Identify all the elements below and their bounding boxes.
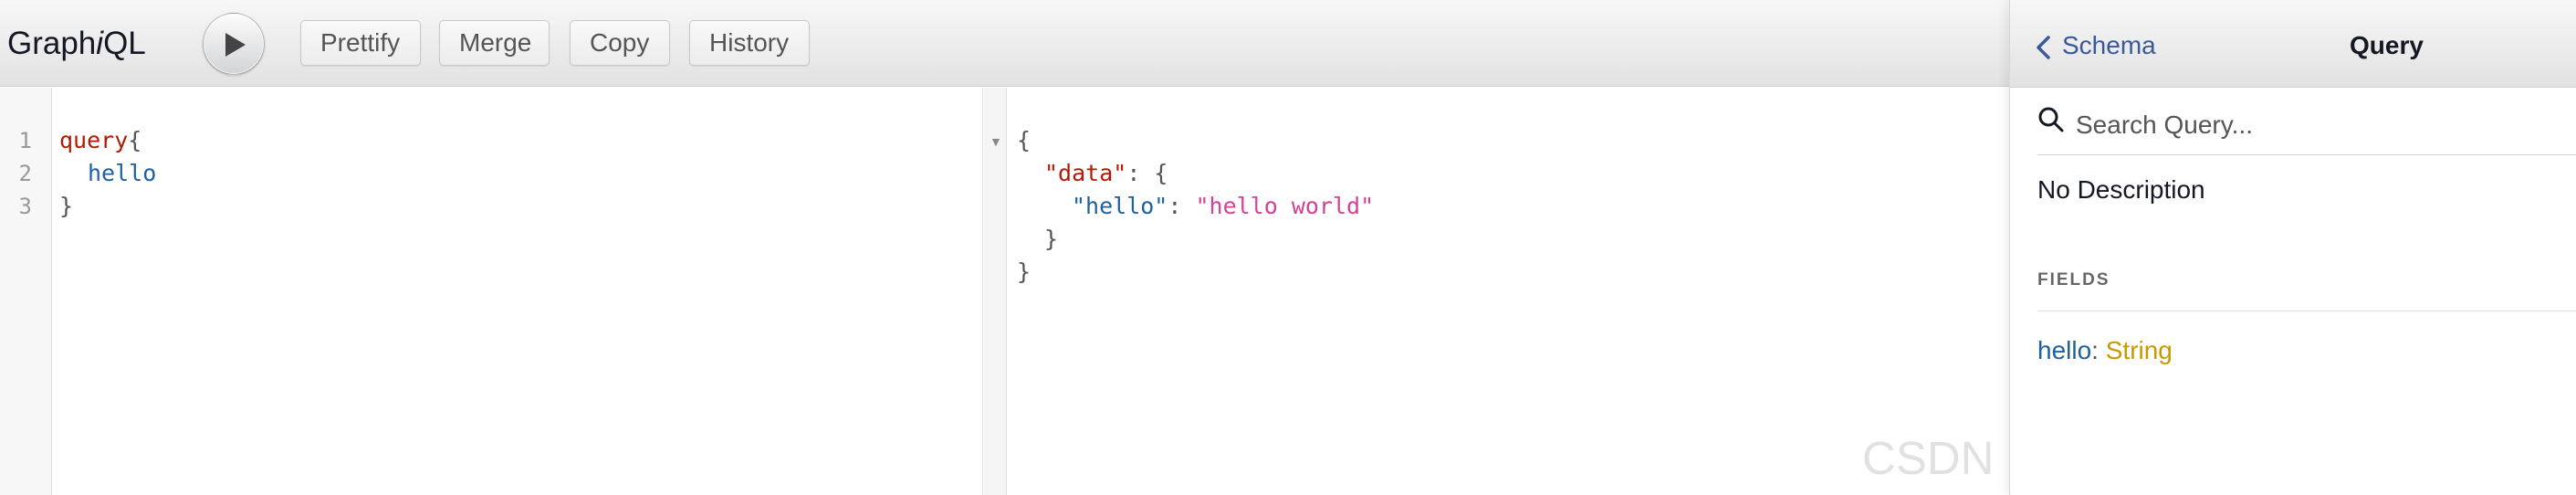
line-number: 1 xyxy=(18,128,32,153)
doc-explorer: Schema Query No Description FIELDS hello… xyxy=(2009,0,2576,495)
code-line: } xyxy=(59,190,73,223)
toolbar: GraphiQL Prettify Merge Copy History xyxy=(0,0,2009,87)
result-line: } xyxy=(1044,226,1059,252)
result-hello-value: "hello world" xyxy=(1195,193,1375,219)
result-line: { xyxy=(1017,127,1031,153)
field-type-link[interactable]: String xyxy=(2106,336,2173,364)
result-viewer[interactable]: ▼ { "data": { "hello": "hello world" } } xyxy=(984,88,2009,495)
copy-button[interactable]: Copy xyxy=(570,20,670,66)
search-icon xyxy=(2038,107,2064,132)
field-row: hello: String xyxy=(2037,336,2173,364)
query-keyword: query xyxy=(59,127,129,153)
code-line: query{ xyxy=(59,124,141,157)
result-data-key: "data" xyxy=(1044,160,1127,186)
history-button[interactable]: History xyxy=(689,20,810,66)
field-name-link[interactable]: hello xyxy=(2037,336,2091,364)
line-number: 3 xyxy=(18,194,32,219)
doc-search xyxy=(2037,100,2576,155)
line-number-gutter: 1 2 3 xyxy=(0,88,52,495)
code-line: hello xyxy=(88,157,156,190)
graphiql-logo: GraphiQL xyxy=(7,26,146,61)
search-input[interactable] xyxy=(2076,104,2550,146)
fields-header: FIELDS xyxy=(2037,270,2110,290)
prettify-button[interactable]: Prettify xyxy=(300,20,421,66)
result-line: "hello": "hello world" xyxy=(1072,193,1375,219)
doc-explorer-title: Query xyxy=(2350,31,2424,59)
result-line: } xyxy=(1017,258,1031,285)
fold-arrow-icon[interactable]: ▼ xyxy=(990,135,1002,148)
graphiql-main: GraphiQL Prettify Merge Copy History 1 2… xyxy=(0,0,2535,495)
result-gutter: ▼ xyxy=(984,88,1007,495)
query-field: hello xyxy=(88,160,157,186)
query-editor[interactable]: 1 2 3 query{ hello } xyxy=(0,88,983,495)
merge-button[interactable]: Merge xyxy=(439,20,550,66)
doc-explorer-header: Schema Query xyxy=(2010,0,2576,88)
execute-query-button[interactable] xyxy=(203,13,265,75)
line-number: 2 xyxy=(18,161,32,186)
play-icon xyxy=(225,33,246,57)
result-hello-key: "hello" xyxy=(1072,193,1168,219)
result-line: "data": { xyxy=(1044,160,1168,186)
type-description: No Description xyxy=(2037,175,2205,204)
open-brace: { xyxy=(128,127,142,153)
close-brace: } xyxy=(59,193,74,219)
